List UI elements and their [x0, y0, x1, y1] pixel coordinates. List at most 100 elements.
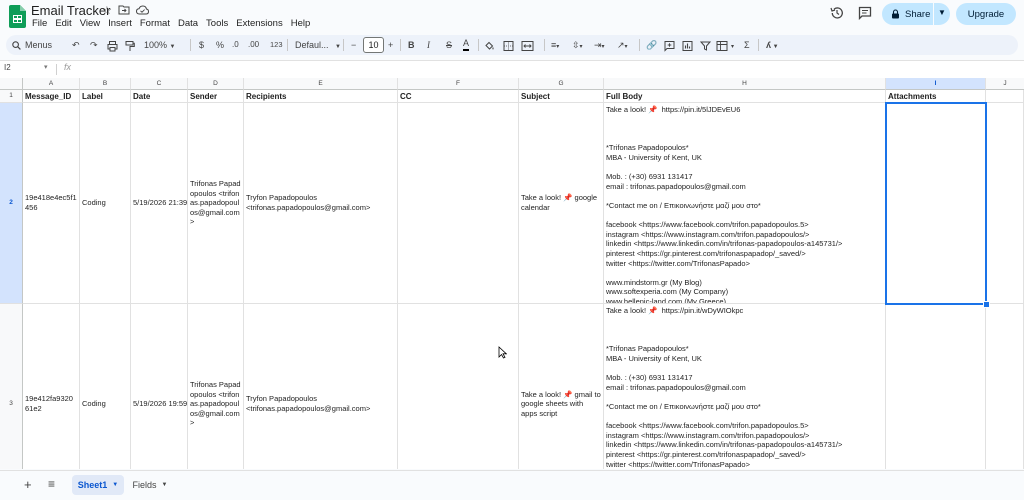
document-title[interactable]: Email Tracker [31, 3, 110, 18]
move-folder-icon[interactable] [118, 5, 130, 15]
menu-tools[interactable]: Tools [206, 18, 228, 29]
strikethrough-button[interactable]: S [446, 38, 452, 52]
borders-icon[interactable] [503, 39, 514, 53]
sheets-logo-icon[interactable] [9, 5, 26, 28]
cell-subject[interactable]: Take a look! 📌 gmail to google sheets wi… [519, 304, 604, 469]
column-header-d[interactable]: D [188, 78, 244, 90]
cell-subject[interactable]: Take a look! 📌 google calendar [519, 103, 604, 304]
column-header-c[interactable]: C [131, 78, 188, 90]
menu-file[interactable]: File [32, 18, 47, 29]
menu-insert[interactable]: Insert [108, 18, 132, 29]
sheet-tab-caret-icon[interactable]: ▼ [112, 482, 118, 488]
undo-icon[interactable]: ↶ [72, 38, 80, 52]
header-cell-message-id[interactable]: Message_ID [23, 90, 80, 103]
insert-link-icon[interactable]: 🔗 [646, 38, 657, 52]
name-box[interactable]: I2 [4, 63, 11, 72]
filter-views-icon[interactable] [716, 39, 728, 53]
menus-search[interactable]: Menus [12, 37, 66, 53]
horizontal-align-icon[interactable]: ≡▾ [551, 38, 559, 52]
sheet-tab-sheet1[interactable]: Sheet1 ▼ [72, 475, 124, 495]
cell-full-body[interactable]: Take a look! 📌 https://pin.it/5lJDEvEU6 … [604, 103, 886, 304]
cell-message-id[interactable]: 19e412fa932061e2 [23, 304, 80, 469]
cell-j[interactable] [986, 304, 1024, 469]
cell-attachments[interactable] [886, 304, 986, 469]
cell-recipients[interactable]: Tryfon Papadopoulos <trifonas.papadopoul… [244, 304, 398, 469]
column-header-b[interactable]: B [80, 78, 131, 90]
menu-format[interactable]: Format [140, 18, 170, 29]
all-sheets-menu-icon[interactable]: ≡ [48, 477, 55, 491]
menu-extensions[interactable]: Extensions [236, 18, 282, 29]
upgrade-button[interactable]: Upgrade [956, 3, 1016, 25]
italic-button[interactable]: I [427, 38, 430, 52]
input-tools-icon[interactable]: ʎ ▼ [766, 38, 779, 52]
column-header-i[interactable]: I [886, 78, 986, 90]
menu-edit[interactable]: Edit [55, 18, 71, 29]
merge-cells-icon[interactable] [521, 39, 534, 53]
bold-button[interactable]: B [408, 38, 415, 52]
menu-data[interactable]: Data [178, 18, 198, 29]
column-header-j[interactable]: J [986, 78, 1024, 90]
share-dropdown-icon[interactable]: ▼ [938, 8, 946, 17]
insert-comment-icon[interactable] [664, 39, 675, 53]
header-cell-cc[interactable]: CC [398, 90, 519, 103]
comments-icon[interactable] [858, 6, 872, 20]
column-header-f[interactable]: F [398, 78, 519, 90]
cell-date[interactable]: 5/19/2026 21:39 [131, 103, 188, 304]
text-color-button[interactable]: A [463, 38, 470, 51]
header-cell-recipients[interactable]: Recipients [244, 90, 398, 103]
decrease-font-size-button[interactable]: − [351, 38, 356, 52]
fill-handle[interactable] [983, 301, 990, 308]
header-cell-j[interactable] [986, 90, 1024, 103]
paint-format-icon[interactable] [125, 39, 135, 53]
text-wrapping-icon[interactable]: ⇥▾ [594, 38, 605, 52]
decrease-decimal-button[interactable]: .0 [232, 38, 239, 52]
vertical-align-icon[interactable]: ⇳▾ [572, 38, 583, 52]
cell-recipients[interactable]: Tryfon Papadopoulos <trifonas.papadopoul… [244, 103, 398, 304]
header-cell-sender[interactable]: Sender [188, 90, 244, 103]
zoom-select[interactable]: 100% ▼ [144, 38, 176, 52]
cell-sender[interactable]: Trifonas Papadopoulos <trifonas.papadopo… [188, 103, 244, 304]
fill-color-icon[interactable] [484, 39, 495, 53]
currency-format-button[interactable]: $ [199, 38, 204, 52]
cell-label[interactable]: Coding [80, 103, 131, 304]
cell-date[interactable]: 5/19/2026 19:59 [131, 304, 188, 469]
percent-format-button[interactable]: % [216, 38, 224, 52]
cell-sender[interactable]: Trifonas Papadopoulos <trifonas.papadopo… [188, 304, 244, 469]
more-formats-button[interactable]: 123 [270, 38, 283, 52]
menu-view[interactable]: View [80, 18, 100, 29]
font-size-input[interactable]: 10 [363, 37, 384, 53]
sheet-tab-fields[interactable]: Fields ▼ [127, 475, 173, 495]
header-cell-subject[interactable]: Subject [519, 90, 604, 103]
name-box-caret-icon[interactable]: ▾ [44, 63, 48, 71]
header-cell-label[interactable]: Label [80, 90, 131, 103]
share-button[interactable]: Share ▼ [882, 3, 950, 25]
text-rotation-icon[interactable]: ↗▾ [617, 38, 628, 52]
increase-decimal-button[interactable]: .00 [248, 38, 259, 52]
menu-help[interactable]: Help [291, 18, 311, 29]
cell-message-id[interactable]: 19e418e4ec5f1456 [23, 103, 80, 304]
column-header-h[interactable]: H [604, 78, 886, 90]
column-header-a[interactable]: A [23, 78, 80, 90]
redo-icon[interactable]: ↷ [90, 38, 98, 52]
cell-cc[interactable] [398, 304, 519, 469]
header-cell-date[interactable]: Date [131, 90, 188, 103]
column-header-g[interactable]: G [519, 78, 604, 90]
insert-chart-icon[interactable] [682, 39, 693, 53]
sheet-tab-caret-icon[interactable]: ▼ [162, 482, 168, 488]
header-cell-attachments[interactable]: Attachments [886, 90, 986, 103]
filter-icon[interactable] [700, 39, 711, 53]
cell-cc[interactable] [398, 103, 519, 304]
column-header-e[interactable]: E [244, 78, 398, 90]
filter-views-caret-icon[interactable]: ▾ [731, 38, 734, 52]
cell-j[interactable] [986, 103, 1024, 304]
star-icon[interactable]: ☆ [102, 4, 112, 17]
version-history-icon[interactable] [830, 6, 844, 20]
row-header-3[interactable]: 3 [0, 304, 23, 469]
font-select[interactable]: Defaul... ▼ [295, 38, 341, 52]
formula-input[interactable] [82, 63, 1002, 76]
cell-full-body[interactable]: Take a look! 📌 https://pin.it/wDyWIOkpc … [604, 304, 886, 469]
cloud-saved-icon[interactable] [136, 5, 149, 15]
functions-button[interactable]: Σ [744, 38, 750, 52]
cell-label[interactable]: Coding [80, 304, 131, 469]
add-sheet-icon[interactable]: + [24, 477, 32, 492]
